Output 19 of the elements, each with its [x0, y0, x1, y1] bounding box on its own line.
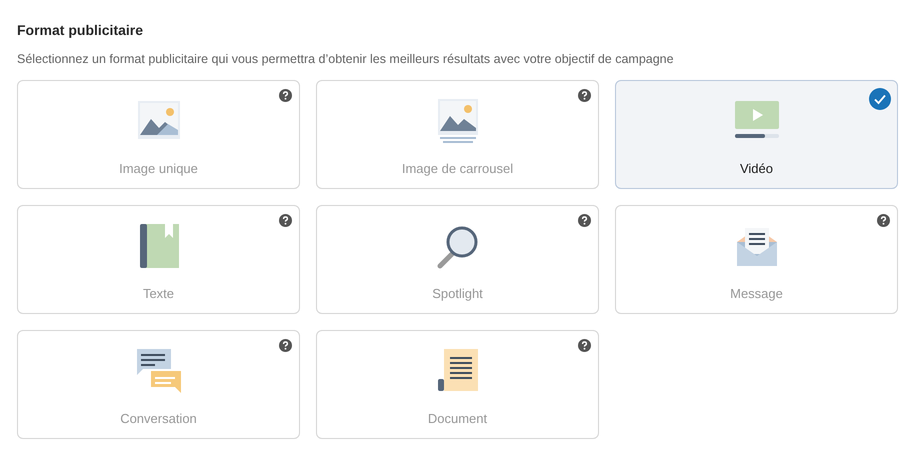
chat-icon — [134, 347, 182, 395]
format-card[interactable]: Image de carrousel — [316, 80, 599, 189]
help-icon[interactable] — [279, 89, 292, 102]
format-card[interactable]: Message — [615, 205, 898, 314]
help-icon[interactable] — [279, 214, 292, 227]
help-icon[interactable] — [578, 89, 591, 102]
help-icon[interactable] — [578, 214, 591, 227]
help-icon[interactable] — [279, 339, 292, 352]
checkmark-icon — [869, 88, 891, 110]
format-card[interactable]: Document — [316, 330, 599, 439]
section-description: Sélectionnez un format publicitaire qui vous permettra d’obtenir les meilleurs résultats avec votre objectif de campagne — [17, 52, 675, 66]
help-icon[interactable] — [877, 214, 890, 227]
format-card[interactable]: Texte — [17, 205, 300, 314]
format-card[interactable]: Spotlight — [316, 205, 599, 314]
format-card[interactable]: Image unique — [17, 80, 300, 189]
format-card[interactable]: Vidéo — [615, 80, 898, 189]
format-card[interactable]: Conversation — [17, 330, 300, 439]
help-icon[interactable] — [578, 339, 591, 352]
section-title: Format publicitaire — [17, 22, 144, 38]
